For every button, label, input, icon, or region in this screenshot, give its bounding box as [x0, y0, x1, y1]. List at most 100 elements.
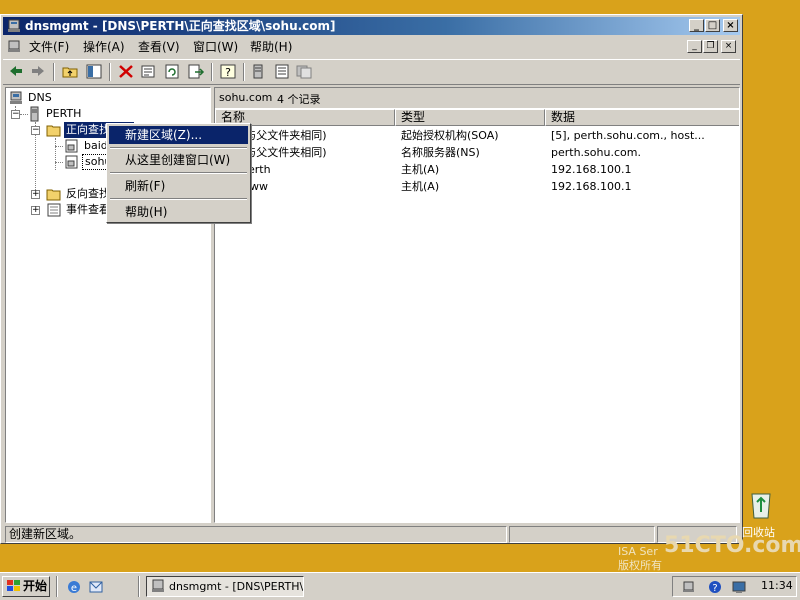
- expander-plus[interactable]: +: [31, 206, 40, 215]
- window-title: dnsmgmt - [DNS\PERTH\正向查找区域\sohu.com]: [25, 19, 336, 33]
- context-item-refresh[interactable]: 刷新(F): [109, 177, 248, 195]
- start-label: 开始: [23, 579, 48, 593]
- menu-view[interactable]: 查看(V): [138, 39, 180, 55]
- taskbar-separator: [56, 576, 58, 597]
- status-panel: [509, 526, 655, 543]
- start-button[interactable]: 开始: [2, 576, 50, 597]
- tree-label: 反向查找: [66, 187, 110, 200]
- record-type: 主机(A): [401, 180, 440, 193]
- record-name: (与父文件夹相同): [241, 146, 327, 159]
- menu-separator: [110, 147, 247, 149]
- record-type: 名称服务器(NS): [401, 146, 480, 159]
- windows-logo-icon: [7, 580, 20, 591]
- tree-label: PERTH: [46, 107, 82, 120]
- toolbar-separator: [53, 63, 55, 81]
- recycle-bin-icon[interactable]: [746, 488, 776, 520]
- toolbar-separator: [243, 63, 245, 81]
- menu-separator: [110, 198, 247, 200]
- show-hide-tree-icon[interactable]: [85, 63, 103, 80]
- back-icon[interactable]: [7, 63, 25, 80]
- help-tray-icon[interactable]: ?: [707, 579, 723, 595]
- properties-icon[interactable]: [139, 63, 157, 80]
- record-data: 192.168.100.1: [551, 180, 632, 193]
- context-item-new-zone[interactable]: 新建区域(Z)...: [109, 126, 248, 144]
- watermark-text: 51CTO.com: [664, 533, 800, 558]
- column-header-type[interactable]: 类型: [395, 109, 545, 126]
- context-menu: 新建区域(Z)... 从这里创建窗口(W) 刷新(F) 帮助(H): [106, 123, 251, 223]
- column-header-data[interactable]: 数据: [545, 109, 739, 126]
- mmc-window: dnsmgmt - [DNS\PERTH\正向查找区域\sohu.com] _ …: [0, 14, 743, 544]
- svg-text:?: ?: [225, 66, 231, 79]
- toolbar-separator: [211, 63, 213, 81]
- taskbar-button-label: dnsmgmt - [DNS\PERTH\...: [169, 580, 304, 593]
- dns-icon: [10, 91, 22, 104]
- title-bar[interactable]: dnsmgmt - [DNS\PERTH\正向查找区域\sohu.com] _ …: [3, 17, 740, 35]
- export-list-icon[interactable]: [187, 63, 205, 80]
- record-type: 主机(A): [401, 163, 440, 176]
- delete-icon[interactable]: [117, 63, 135, 80]
- taskbar-separator: [138, 576, 140, 597]
- taskbar: 开始 e dnsmgmt - [DNS\PERTH\... ? 11:34: [0, 572, 800, 600]
- display-icon[interactable]: [731, 579, 747, 595]
- record-name: (与父文件夹相同): [241, 129, 327, 142]
- system-tray: ? 11:34: [672, 576, 797, 597]
- menu-file[interactable]: 文件(F): [29, 39, 69, 55]
- expander-plus[interactable]: +: [31, 190, 40, 199]
- outlook-express-icon[interactable]: [88, 579, 104, 595]
- tree-label: DNS: [28, 91, 52, 104]
- dns-app-icon: [152, 579, 164, 592]
- detail-pane: sohu.com 4 个记录 名称 类型 数据 (与父文件夹相同) 起始授权机构…: [214, 87, 740, 523]
- menu-separator: [110, 172, 247, 174]
- taskbar-button-dnsmgmt[interactable]: dnsmgmt - [DNS\PERTH\...: [146, 576, 304, 597]
- menu-bar: 文件(F) 操作(A) 查看(V) 窗口(W) 帮助(H) _ ❐ ×: [3, 37, 740, 57]
- close-button[interactable]: ×: [723, 19, 738, 32]
- record-data: perth.sohu.com.: [551, 146, 641, 159]
- server-icon: [30, 106, 39, 122]
- event-viewer-icon: [47, 203, 61, 217]
- dns-app-icon: [8, 19, 20, 32]
- tree-label: 事件查看: [66, 203, 110, 216]
- menu-window[interactable]: 窗口(W): [193, 39, 238, 55]
- up-folder-icon[interactable]: [61, 63, 79, 80]
- record-data: [5], perth.sohu.com., host...: [551, 129, 705, 142]
- status-bar: 创建新区域。: [3, 525, 740, 543]
- folder-open-icon: [46, 125, 61, 137]
- toolbar: ?: [3, 59, 740, 85]
- context-item-help[interactable]: 帮助(H): [109, 203, 248, 221]
- new-record-icon[interactable]: [249, 63, 267, 80]
- detail-icon[interactable]: [295, 63, 313, 80]
- record-data: 192.168.100.1: [551, 163, 632, 176]
- clock: 11:34: [761, 579, 793, 592]
- menu-help[interactable]: 帮助(H): [250, 39, 292, 55]
- record-type: 起始授权机构(SOA): [401, 129, 499, 142]
- minimize-button[interactable]: _: [689, 19, 704, 32]
- network-icon[interactable]: [681, 579, 697, 595]
- folder-icon: [46, 189, 61, 201]
- maximize-button[interactable]: □: [705, 19, 720, 32]
- refresh-icon[interactable]: [163, 63, 181, 80]
- context-item-new-window[interactable]: 从这里创建窗口(W): [109, 151, 248, 169]
- list-icon[interactable]: [273, 63, 291, 80]
- svg-text:e: e: [71, 583, 77, 594]
- child-restore-button[interactable]: ❐: [703, 40, 718, 53]
- expander-minus[interactable]: −: [31, 126, 40, 135]
- record-name: www: [241, 180, 268, 193]
- status-text: 创建新区域。: [5, 526, 507, 543]
- isa-text-2: 版权所有: [618, 559, 662, 572]
- child-minimize-button[interactable]: _: [687, 40, 702, 53]
- svg-text:?: ?: [712, 583, 717, 594]
- record-count: 4 个记录: [277, 93, 321, 106]
- forward-icon[interactable]: [29, 63, 47, 80]
- menu-action[interactable]: 操作(A): [83, 39, 125, 55]
- child-close-button[interactable]: ×: [721, 40, 736, 53]
- internet-explorer-icon[interactable]: e: [66, 579, 82, 595]
- record-name: perth: [241, 163, 271, 176]
- zone-name: sohu.com: [219, 91, 273, 104]
- help-icon[interactable]: ?: [219, 63, 237, 80]
- expander-minus[interactable]: −: [11, 110, 20, 119]
- console-icon: [8, 40, 20, 52]
- toolbar-separator: [109, 63, 111, 81]
- zone-icon: [65, 155, 78, 169]
- detail-header-bar: sohu.com 4 个记录: [215, 88, 739, 108]
- zone-icon: [65, 139, 78, 153]
